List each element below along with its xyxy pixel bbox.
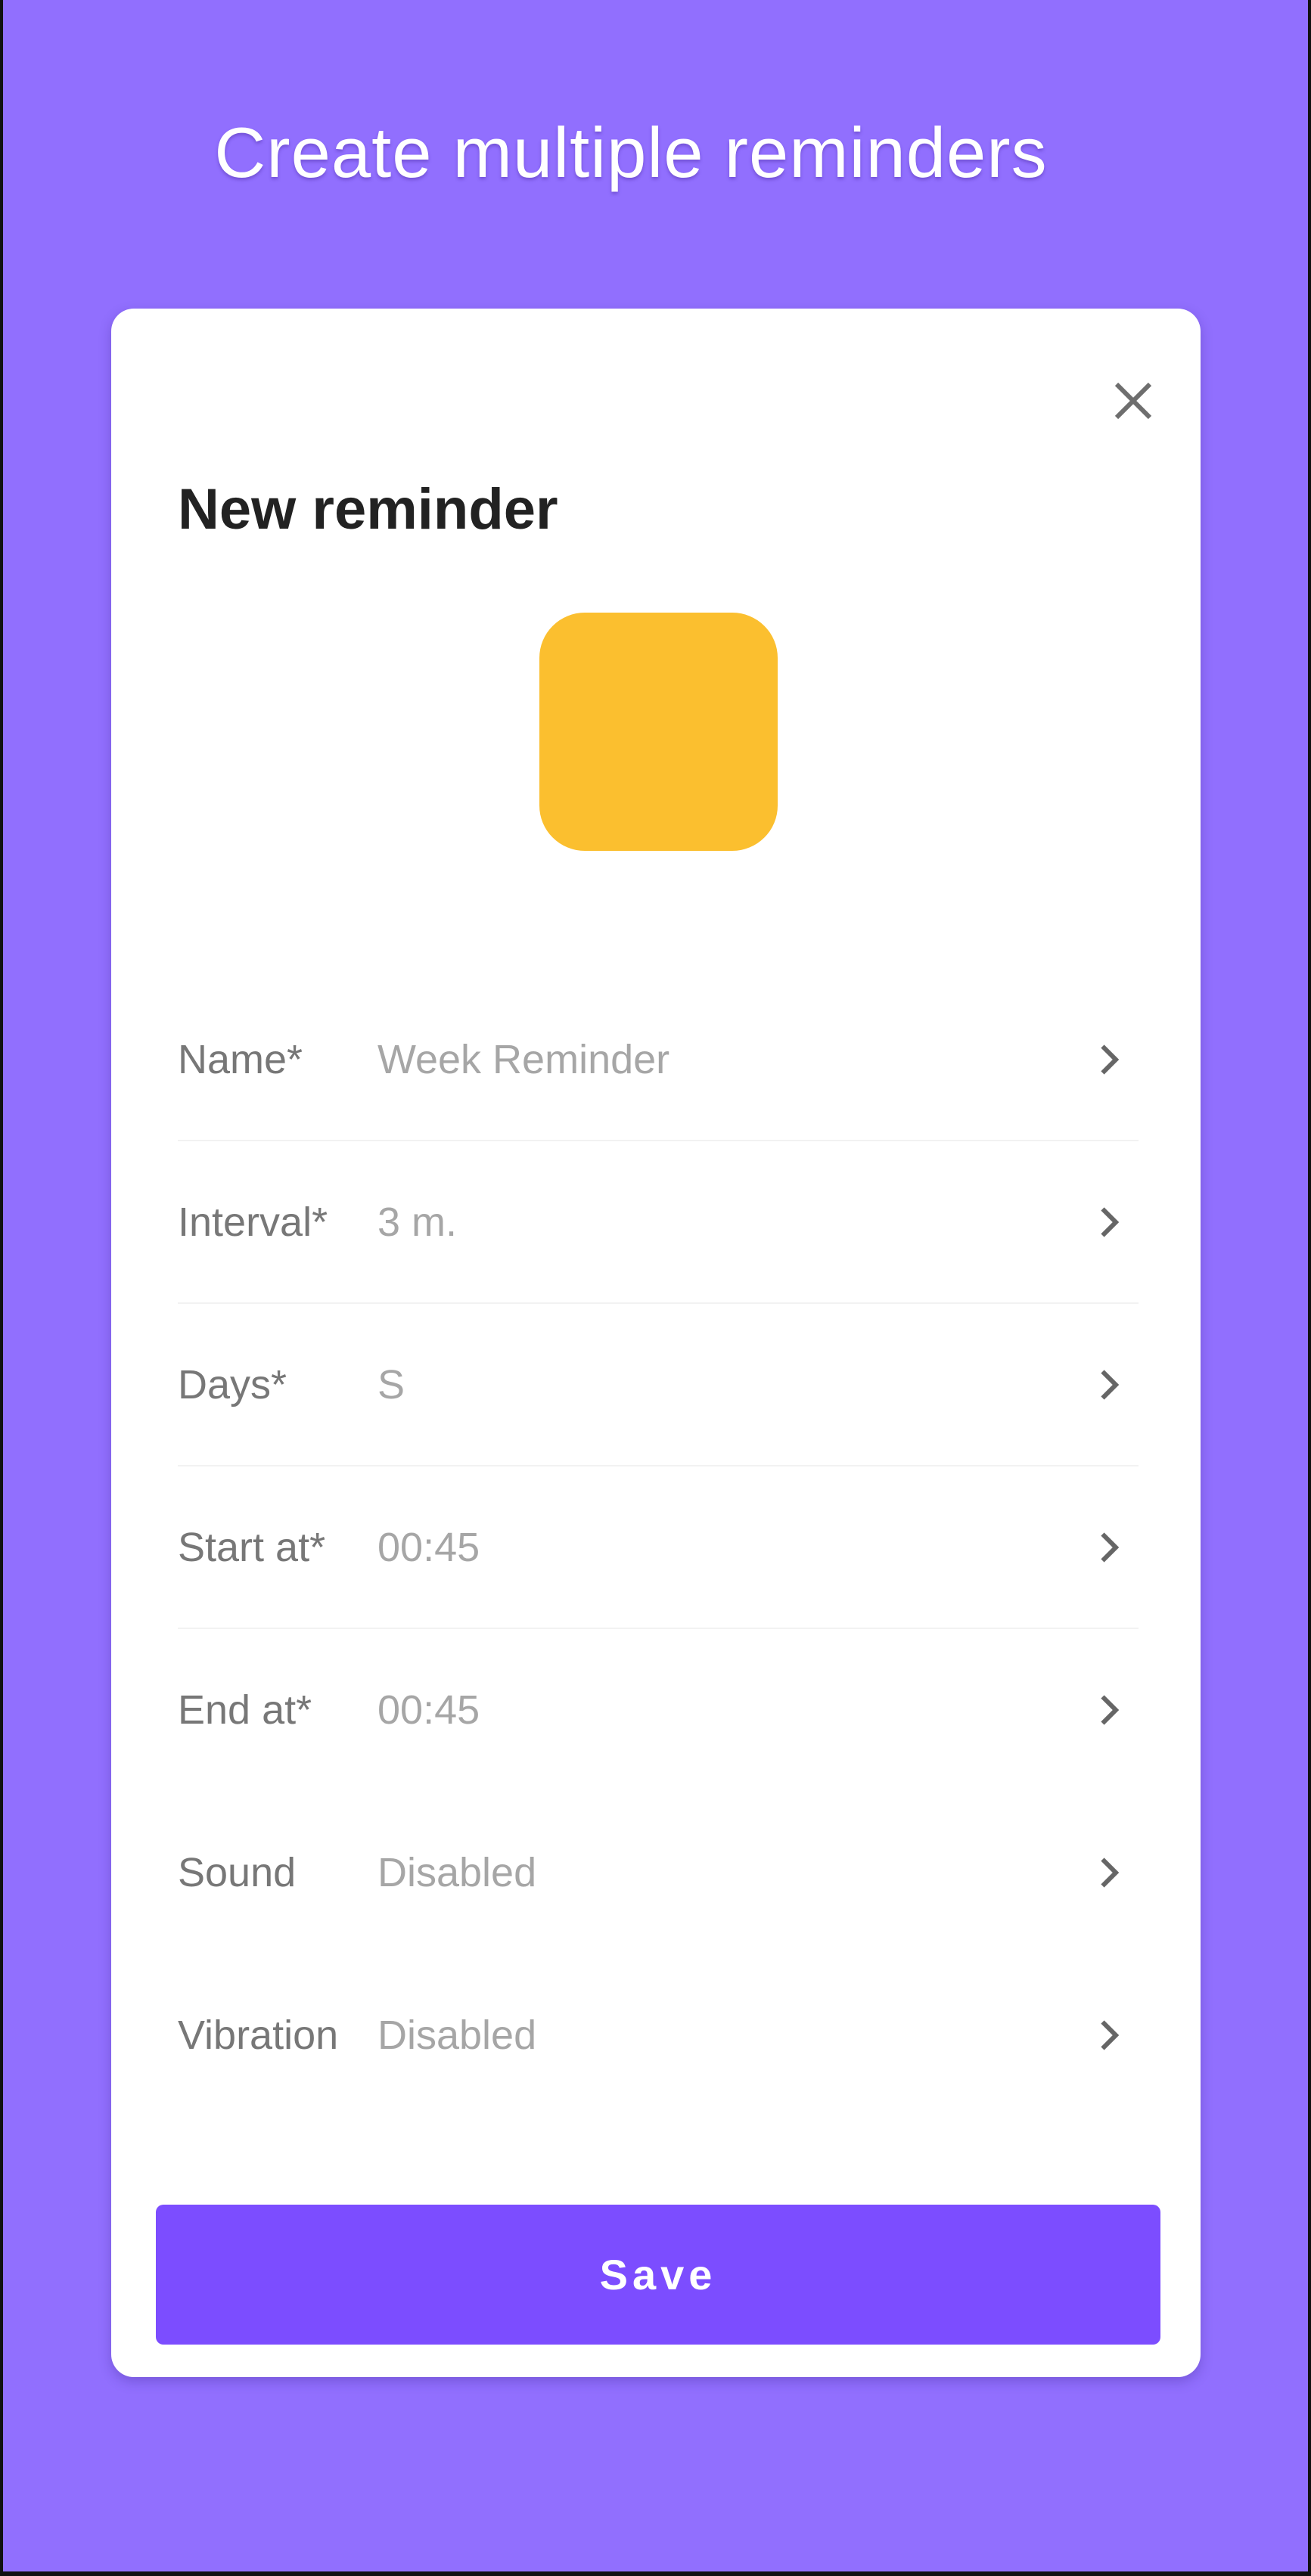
field-row-interval[interactable]: Interval* 3 m.: [178, 1141, 1139, 1304]
field-value: 00:45: [377, 1525, 480, 1570]
field-value: S: [377, 1362, 405, 1407]
field-label: Name*: [178, 1037, 303, 1082]
field-label: Sound: [178, 1850, 297, 1895]
field-row-days[interactable]: Days* S: [178, 1304, 1139, 1466]
promo-headline: Create multiple reminders: [214, 113, 1048, 192]
field-label: Vibration: [178, 2013, 339, 2058]
field-label: Interval*: [178, 1200, 328, 1245]
field-row-start-at[interactable]: Start at* 00:45: [178, 1466, 1139, 1629]
chevron-right-icon: [1086, 2013, 1131, 2058]
chevron-right-icon: [1086, 1525, 1131, 1570]
chevron-right-icon: [1086, 1687, 1131, 1733]
field-label: End at*: [178, 1687, 312, 1733]
field-label: Start at*: [178, 1525, 326, 1570]
close-button[interactable]: [1097, 365, 1170, 437]
reminder-fields: Name* Week Reminder Interval* 3 m. Days*…: [178, 979, 1139, 2117]
save-button[interactable]: Save: [156, 2205, 1160, 2345]
field-value: 3 m.: [377, 1200, 458, 1245]
field-row-name[interactable]: Name* Week Reminder: [178, 979, 1139, 1141]
chevron-right-icon: [1086, 1200, 1131, 1245]
field-value: Disabled: [377, 1850, 537, 1895]
field-value: Disabled: [377, 2013, 537, 2058]
field-value: 00:45: [377, 1687, 480, 1733]
dialog-title: New reminder: [178, 477, 558, 542]
field-row-end-at[interactable]: End at* 00:45: [178, 1629, 1139, 1792]
field-value: Week Reminder: [377, 1037, 670, 1082]
app-screen: Create multiple reminders New reminder N…: [3, 0, 1308, 2571]
new-reminder-dialog: New reminder Name* Week Reminder Interva…: [111, 309, 1201, 2377]
color-swatch[interactable]: [539, 613, 778, 851]
field-label: Days*: [178, 1362, 287, 1407]
field-row-vibration[interactable]: Vibration Disabled: [178, 1954, 1139, 2117]
chevron-right-icon: [1086, 1037, 1131, 1082]
chevron-right-icon: [1086, 1362, 1131, 1407]
close-icon: [1097, 365, 1170, 437]
field-row-sound[interactable]: Sound Disabled: [178, 1792, 1139, 1954]
chevron-right-icon: [1086, 1850, 1131, 1895]
